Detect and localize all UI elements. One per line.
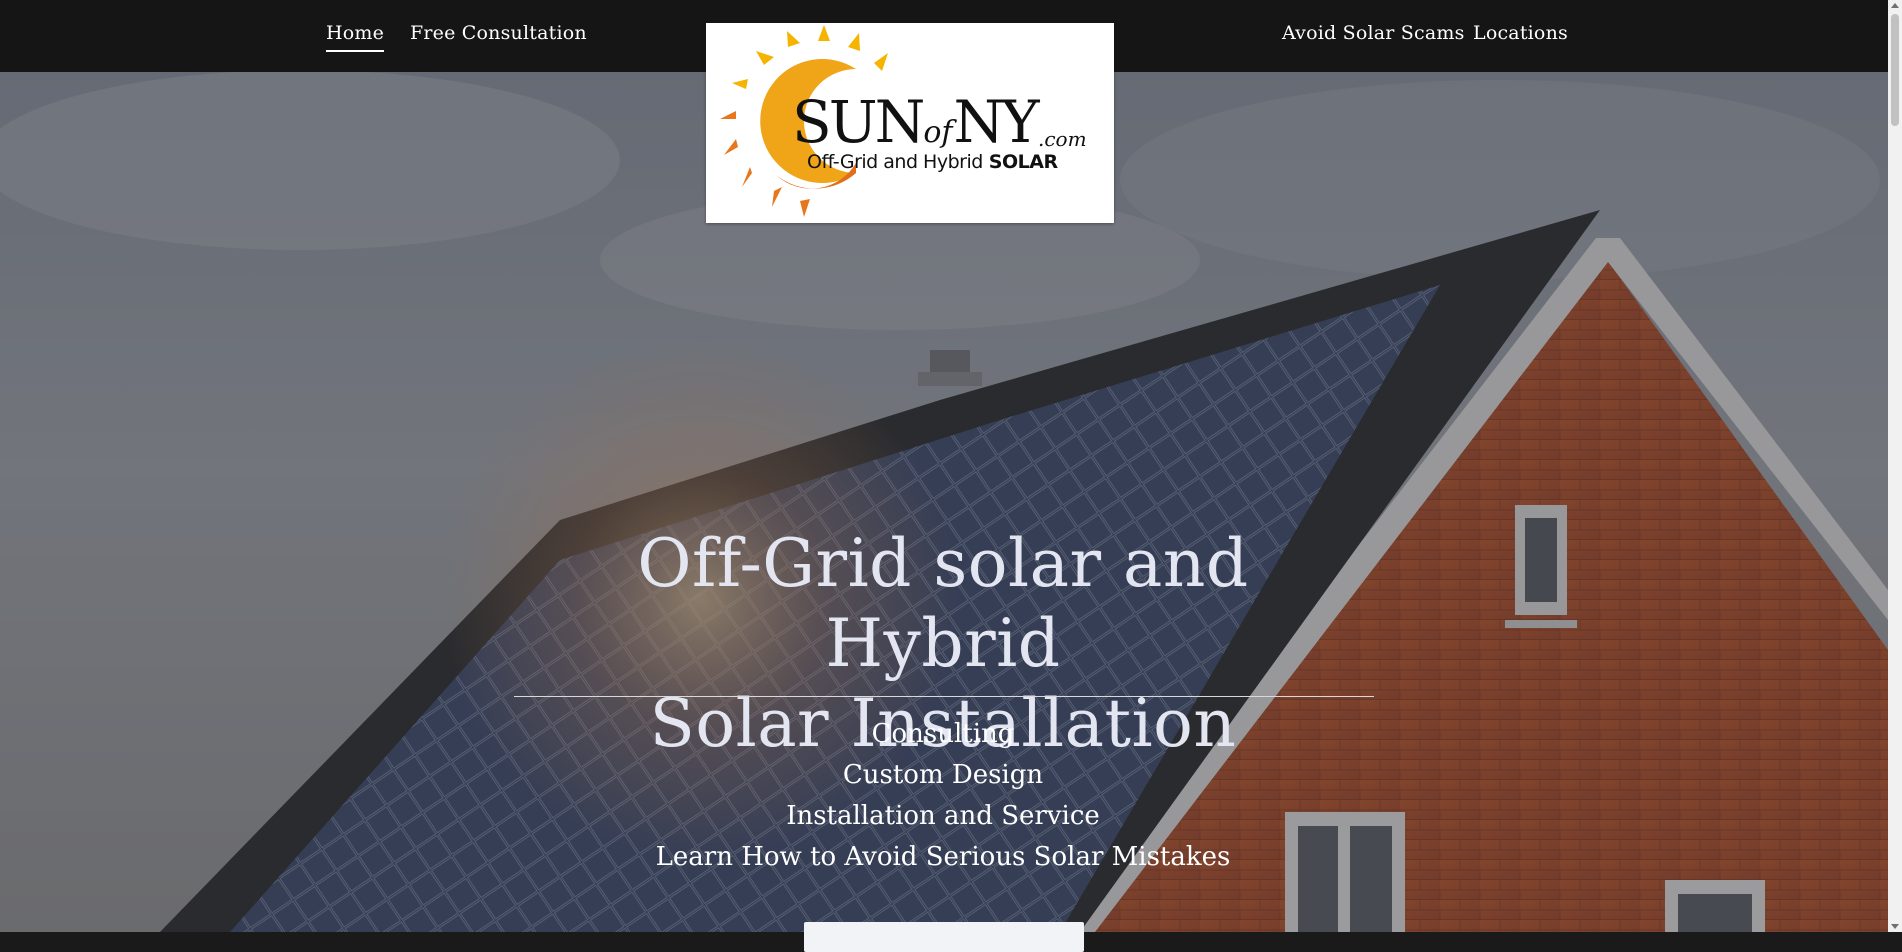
service-consulting: Consulting [871,719,1015,749]
logo-wordmark: SUNofNY [792,88,1040,156]
site-logo[interactable]: SUNofNY .com Off-Grid and Hybrid SOLAR [706,23,1114,223]
scrollbar-thumb[interactable] [1891,14,1899,126]
page-scrollbar[interactable] [1888,0,1902,932]
hero-cta-button[interactable] [804,922,1084,952]
logo-tagline: Off-Grid and Hybrid SOLAR [807,151,1058,173]
hero-title-line-1: Off-Grid solar and Hybrid [637,525,1249,682]
services-list: Consulting Custom Design Installation an… [514,714,1372,878]
service-custom-design: Custom Design [842,760,1044,790]
nav-free-consultation-link[interactable]: Free Consultation [410,22,587,44]
logo-domain-suffix: .com [1038,127,1087,151]
nav-avoid-solar-scams-link[interactable]: Avoid Solar Scams [1282,22,1465,44]
scroll-up-arrow-icon[interactable] [1891,3,1899,8]
scroll-down-arrow-icon[interactable] [1891,924,1899,929]
nav-home-link[interactable]: Home [326,22,385,52]
service-avoid-mistakes: Learn How to Avoid Serious Solar Mistake… [655,842,1231,872]
hero-divider [514,696,1374,697]
service-installation: Installation and Service [786,801,1100,831]
nav-locations-link[interactable]: Locations [1473,22,1568,44]
